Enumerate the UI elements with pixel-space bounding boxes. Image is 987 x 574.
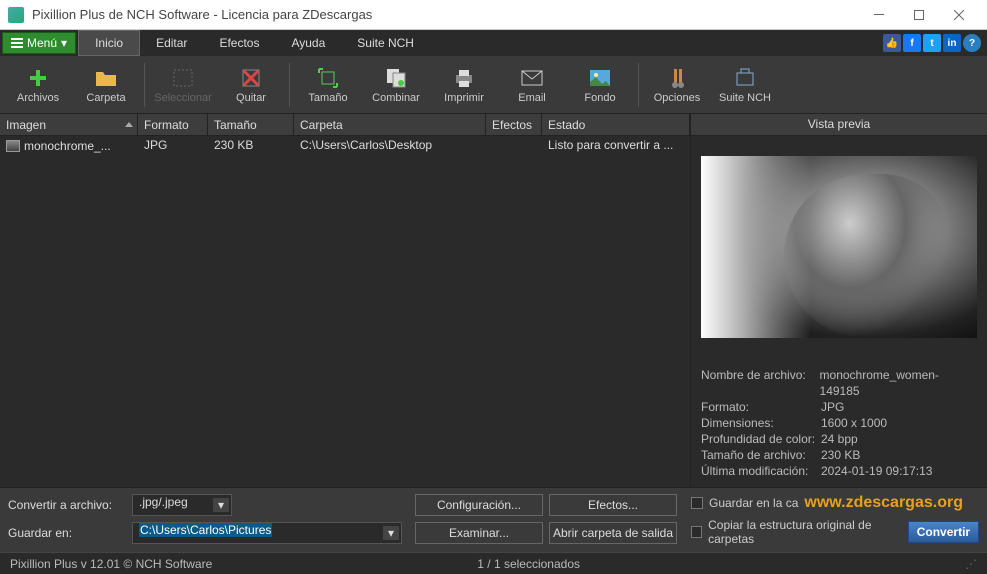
col-carpeta[interactable]: Carpeta (294, 114, 486, 135)
statusbar: Pixillion Plus v 12.01 © NCH Software 1 … (0, 552, 987, 574)
main-area: Imagen Formato Tamaño Carpeta Efectos Es… (0, 114, 987, 487)
preview-image (701, 156, 977, 338)
add-file-icon (26, 66, 50, 90)
convert-button[interactable]: Convertir (908, 521, 979, 543)
file-rows: monochrome_... JPG 230 KB C:\Users\Carlo… (0, 136, 690, 487)
help-icon[interactable]: ? (963, 34, 981, 52)
seleccionar-button[interactable]: Seleccionar (149, 58, 217, 112)
folder-select[interactable]: C:\Users\Carlos\Pictures▾ (132, 522, 402, 544)
folder-icon (94, 66, 118, 90)
facebook-icon[interactable]: f (903, 34, 921, 52)
chevron-down-icon: ▾ (61, 36, 67, 50)
print-icon (452, 66, 476, 90)
social-icons: 👍 f t in ? (883, 30, 987, 56)
toolbar: Archivos Carpeta Seleccionar Quitar Tama… (0, 56, 987, 114)
tab-suite[interactable]: Suite NCH (341, 30, 430, 56)
preview-panel: Vista previa Nombre de archivo:monochrom… (691, 114, 987, 487)
select-icon (171, 66, 195, 90)
col-tamano[interactable]: Tamaño (208, 114, 294, 135)
hamburger-icon (11, 38, 23, 48)
menu-label: Menú (27, 36, 57, 50)
suite-button[interactable]: Suite NCH (711, 58, 779, 112)
window-title: Pixillion Plus de NCH Software - Licenci… (32, 7, 859, 22)
remove-icon (239, 66, 263, 90)
app-icon (8, 7, 24, 23)
resize-grip-icon[interactable]: ⋰ (965, 557, 977, 571)
col-imagen[interactable]: Imagen (0, 114, 138, 135)
combine-icon (384, 66, 408, 90)
col-estado[interactable]: Estado (542, 114, 690, 135)
guardar-label: Guardar en: (8, 526, 126, 540)
separator (289, 63, 290, 107)
tab-ayuda[interactable]: Ayuda (275, 30, 341, 56)
close-button[interactable] (939, 1, 979, 29)
convert-label: Convertir a archivo: (8, 498, 126, 512)
background-icon (588, 66, 612, 90)
checkbox-copiar[interactable] (691, 526, 702, 538)
archivos-button[interactable]: Archivos (4, 58, 72, 112)
preview-title: Vista previa (691, 114, 987, 136)
linkedin-icon[interactable]: in (943, 34, 961, 52)
preview-metadata: Nombre de archivo:monochrome_women-14918… (691, 359, 987, 487)
thumbnail-icon (6, 140, 20, 152)
maximize-button[interactable] (899, 1, 939, 29)
email-icon (520, 66, 544, 90)
selection-count: 1 / 1 seleccionados (477, 557, 580, 571)
carpeta-button[interactable]: Carpeta (72, 58, 140, 112)
tab-inicio[interactable]: Inicio (78, 30, 140, 56)
email-button[interactable]: Email (498, 58, 566, 112)
chk2-label: Copiar la estructura original de carpeta… (708, 518, 902, 546)
combinar-button[interactable]: Combinar (362, 58, 430, 112)
version-text: Pixillion Plus v 12.01 © NCH Software (10, 557, 212, 571)
abrir-carpeta-button[interactable]: Abrir carpeta de salida (549, 522, 677, 544)
chk1-label: Guardar en la ca (709, 496, 798, 510)
twitter-icon[interactable]: t (923, 34, 941, 52)
imprimir-button[interactable]: Imprimir (430, 58, 498, 112)
quitar-button[interactable]: Quitar (217, 58, 285, 112)
format-select[interactable]: .jpg/.jpeg▾ (132, 494, 232, 516)
titlebar: Pixillion Plus de NCH Software - Licenci… (0, 0, 987, 30)
table-row[interactable]: monochrome_... JPG 230 KB C:\Users\Carlo… (0, 136, 690, 156)
options-icon (665, 66, 689, 90)
tab-editar[interactable]: Editar (140, 30, 203, 56)
opciones-button[interactable]: Opciones (643, 58, 711, 112)
tab-efectos[interactable]: Efectos (203, 30, 275, 56)
col-efectos[interactable]: Efectos (486, 114, 542, 135)
like-icon[interactable]: 👍 (883, 34, 901, 52)
checkbox-guardar[interactable] (691, 497, 703, 509)
watermark-text: www.zdescargas.org (804, 494, 963, 512)
separator (144, 63, 145, 107)
chevron-down-icon: ▾ (383, 526, 399, 540)
preview-image-container (691, 136, 987, 359)
examinar-button[interactable]: Examinar... (415, 522, 543, 544)
efectos-button[interactable]: Efectos... (549, 494, 677, 516)
col-formato[interactable]: Formato (138, 114, 208, 135)
resize-icon (316, 66, 340, 90)
menubar: Menú ▾ Inicio Editar Efectos Ayuda Suite… (0, 30, 987, 56)
fondo-button[interactable]: Fondo (566, 58, 634, 112)
menu-button[interactable]: Menú ▾ (2, 32, 76, 54)
bottom-controls: Convertir a archivo: .jpg/.jpeg▾ Configu… (0, 487, 987, 552)
column-headers: Imagen Formato Tamaño Carpeta Efectos Es… (0, 114, 690, 136)
chevron-down-icon: ▾ (213, 498, 229, 512)
tamano-button[interactable]: Tamaño (294, 58, 362, 112)
suite-icon (733, 66, 757, 90)
separator (638, 63, 639, 107)
config-button[interactable]: Configuración... (415, 494, 543, 516)
minimize-button[interactable] (859, 1, 899, 29)
file-list-area: Imagen Formato Tamaño Carpeta Efectos Es… (0, 114, 691, 487)
